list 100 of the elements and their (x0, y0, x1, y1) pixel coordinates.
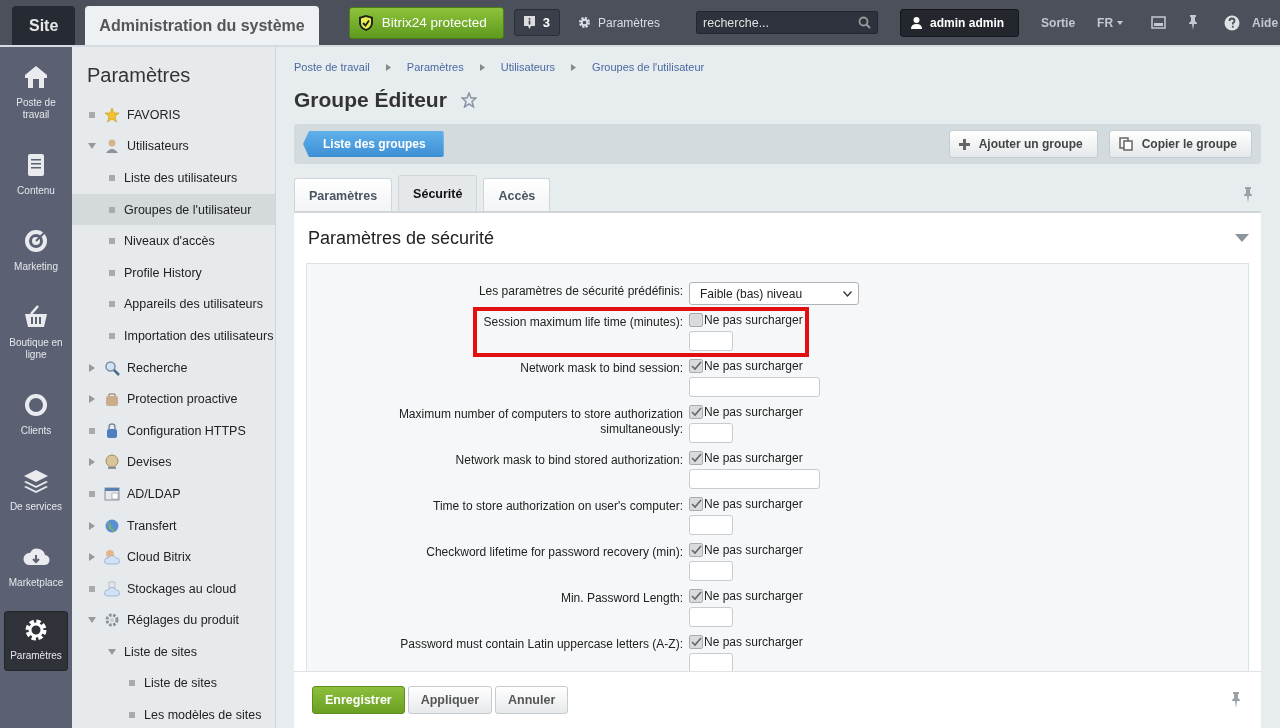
override-checkbox[interactable]: Ne pas surcharger (689, 359, 803, 373)
collapsed-arrow-icon[interactable] (88, 553, 96, 562)
globe-icon (104, 517, 120, 534)
star-icon[interactable] (460, 92, 477, 108)
notifications-button[interactable]: 3 (513, 9, 560, 36)
bullet-icon (129, 712, 135, 719)
rail-item[interactable]: Clients (5, 387, 67, 445)
toolbar-button[interactable]: Ajouter un groupe (948, 130, 1098, 158)
cloud-icon (104, 549, 120, 566)
bullet-icon (89, 585, 95, 592)
override-checkbox[interactable]: Ne pas surcharger (689, 543, 803, 557)
input-field[interactable] (689, 331, 733, 351)
collapsed-arrow-icon[interactable] (88, 521, 96, 530)
layers-icon (22, 467, 50, 495)
input-field[interactable] (689, 423, 733, 443)
sidebar-item[interactable]: Appareils des utilisateurs (72, 288, 275, 321)
breadcrumb-link[interactable]: Paramètres (406, 61, 464, 73)
field-label: Network mask to bind stored authorization: (454, 452, 683, 469)
user-button[interactable]: admin admin (900, 8, 1020, 37)
sidebar-item[interactable]: Niveaux d'accès (72, 225, 275, 257)
settings-link[interactable]: Paramètres (578, 15, 661, 30)
tab[interactable]: Accès (483, 178, 551, 211)
rail-item[interactable]: Contenu (5, 147, 67, 205)
bullet-icon (109, 269, 115, 276)
sidebar-item[interactable]: Devises (72, 446, 275, 479)
sidebar-item[interactable]: Groupes de l'utilisateur (72, 193, 275, 226)
footer-button[interactable]: Appliquer (407, 686, 493, 714)
input-field[interactable] (689, 653, 733, 671)
rail-item[interactable]: De services (5, 463, 67, 521)
section-title: Paramètres de sécurité (308, 227, 495, 249)
toolbar-button[interactable]: Copier le groupe (1108, 130, 1252, 158)
collapsed-arrow-icon[interactable] (88, 458, 96, 467)
check-icon (690, 453, 702, 463)
preset-dropdown[interactable]: Faible (bas) niveau (689, 282, 859, 305)
override-checkbox[interactable]: Ne pas surcharger (689, 635, 803, 649)
input-field[interactable] (689, 607, 733, 627)
chevron-icon (385, 63, 391, 71)
pin-icon[interactable] (1243, 187, 1253, 203)
pin-icon[interactable] (1231, 692, 1241, 708)
sidebar-item[interactable]: Configuration HTTPS (72, 414, 275, 447)
collapse-arrow-icon[interactable] (1235, 234, 1249, 242)
rail-item[interactable]: Paramètres (4, 611, 68, 671)
field-label: Network mask to bind session: (519, 360, 683, 377)
search-icon[interactable] (858, 16, 872, 29)
expanded-arrow-icon[interactable] (108, 647, 116, 656)
tab[interactable]: Sécurité (398, 175, 478, 211)
sidebar-item[interactable]: Liste de sites (72, 667, 275, 700)
input-field[interactable] (689, 469, 820, 489)
sidebar-item[interactable]: Protection proactive (72, 383, 275, 415)
tab[interactable]: Paramètres (294, 178, 393, 211)
chevron-icon (571, 63, 577, 71)
override-checkbox[interactable]: Ne pas surcharger (689, 313, 803, 327)
sidebar-item[interactable]: Stockages au cloud (72, 572, 275, 605)
sidebar-item[interactable]: Transfert (72, 509, 275, 542)
field-label: Session maximum life time (minutes): (482, 314, 683, 331)
override-checkbox[interactable]: Ne pas surcharger (689, 405, 803, 419)
sidebar-item[interactable]: Cloud Bitrix (72, 541, 275, 573)
pin-icon[interactable] (1188, 15, 1199, 30)
chevron-down-icon (843, 290, 852, 297)
expanded-arrow-icon[interactable] (88, 616, 96, 625)
expanded-arrow-icon[interactable] (88, 142, 96, 151)
sidebar-item[interactable]: Les modèles de sites (72, 699, 275, 728)
language-selector[interactable]: FR (1097, 15, 1124, 30)
logout-link[interactable]: Sortie (1041, 15, 1076, 30)
sidebar-item[interactable]: Liste de sites (72, 636, 275, 668)
sidebar-item[interactable]: Recherche (72, 351, 275, 384)
sidebar-item[interactable]: Importation des utilisateurs (72, 320, 275, 352)
bullet-icon (129, 680, 135, 687)
rail-item[interactable]: Marketing (5, 223, 67, 281)
target-icon (22, 227, 50, 255)
rail-item[interactable]: Boutique en ligne (5, 299, 67, 369)
magnifier-icon (104, 359, 120, 376)
rail-item[interactable]: Marketplace (5, 539, 67, 597)
sidebar-item[interactable]: Réglages du produit (72, 604, 275, 637)
input-field[interactable] (689, 561, 733, 581)
rail-item[interactable]: Poste de travail (5, 59, 67, 129)
sidebar-item[interactable]: Profile History (72, 256, 275, 289)
collapsed-arrow-icon[interactable] (88, 395, 96, 404)
help-link[interactable]: Aide (1252, 15, 1279, 30)
override-checkbox[interactable]: Ne pas surcharger (689, 589, 803, 603)
check-icon (690, 637, 702, 647)
input-field[interactable] (689, 377, 820, 397)
override-checkbox[interactable]: Ne pas surcharger (689, 451, 803, 465)
override-checkbox[interactable]: Ne pas surcharger (689, 497, 803, 511)
breadcrumb-link[interactable]: Groupes de l'utilisateur (592, 61, 705, 73)
sidebar-item[interactable]: FAVORIS (72, 99, 275, 131)
breadcrumb-link[interactable]: Utilisateurs (500, 61, 556, 73)
footer-button[interactable]: Annuler (495, 686, 569, 714)
sidebar-item[interactable]: Utilisateurs (72, 130, 275, 163)
sidebar-item[interactable]: AD/LDAP (72, 478, 275, 510)
window-icon[interactable] (1151, 16, 1167, 29)
breadcrumb-link[interactable]: Poste de travail (294, 61, 370, 73)
sidebar-item[interactable]: Liste des utilisateurs (72, 162, 275, 194)
input-field[interactable] (689, 515, 733, 535)
admin-tab[interactable]: Administration du système (85, 6, 319, 45)
site-tab[interactable]: Site (12, 6, 76, 45)
collapsed-arrow-icon[interactable] (88, 363, 96, 372)
help-icon[interactable] (1224, 14, 1241, 31)
search-field[interactable]: recherche... (696, 11, 879, 34)
field-label: Maximum number of computers to store authorization simultaneously: (397, 406, 683, 438)
